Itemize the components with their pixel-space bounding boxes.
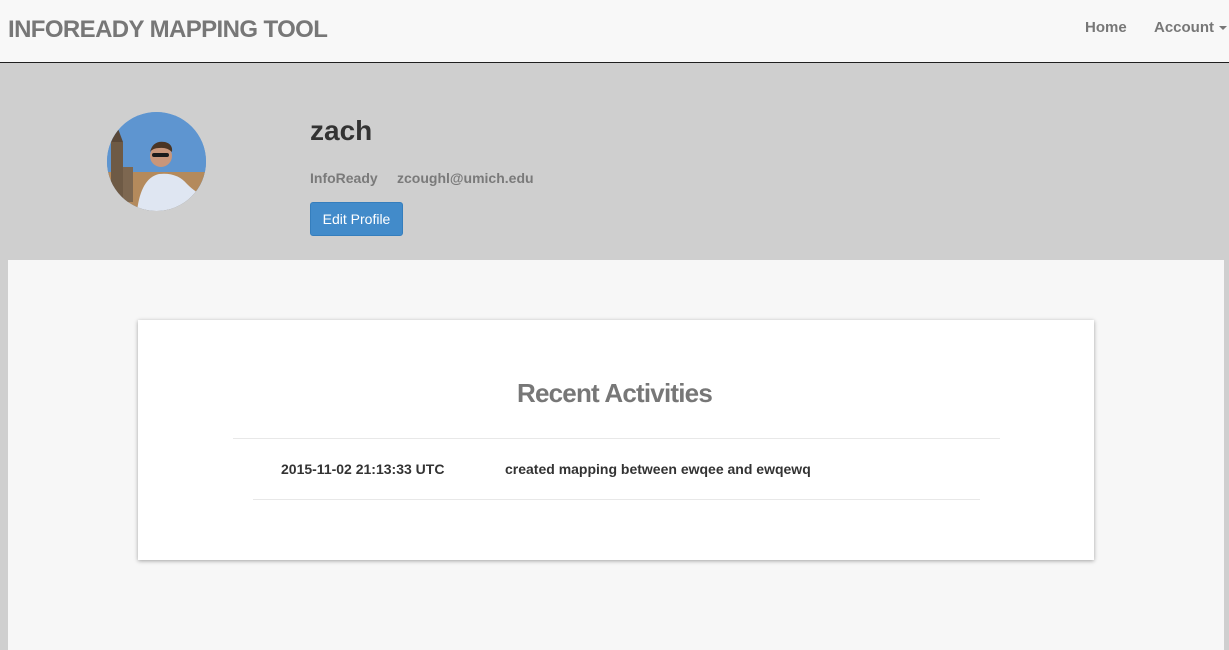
nav-account-label: Account bbox=[1154, 19, 1214, 36]
nav-home-link[interactable]: Home bbox=[1085, 19, 1127, 36]
profile-email: zcoughl@umich.edu bbox=[397, 170, 534, 186]
profile-organization: InfoReady bbox=[310, 170, 378, 186]
recent-activities-title: Recent Activities bbox=[517, 378, 713, 408]
divider bbox=[253, 499, 980, 500]
divider bbox=[233, 438, 1000, 439]
edit-profile-button[interactable]: Edit Profile bbox=[310, 202, 403, 236]
top-navbar: INFOREADY MAPPING TOOL Home Account bbox=[0, 0, 1229, 63]
recent-activities-card bbox=[138, 320, 1094, 560]
activity-description: created mapping between ewqee and ewqewq bbox=[505, 461, 811, 477]
nav-account-dropdown[interactable]: Account bbox=[1154, 19, 1227, 36]
brand-title[interactable]: INFOREADY MAPPING TOOL bbox=[8, 16, 328, 44]
avatar bbox=[107, 112, 206, 211]
chevron-down-icon bbox=[1219, 26, 1227, 31]
activity-timestamp: 2015-11-02 21:13:33 UTC bbox=[281, 461, 445, 477]
profile-username: zach bbox=[310, 115, 373, 146]
